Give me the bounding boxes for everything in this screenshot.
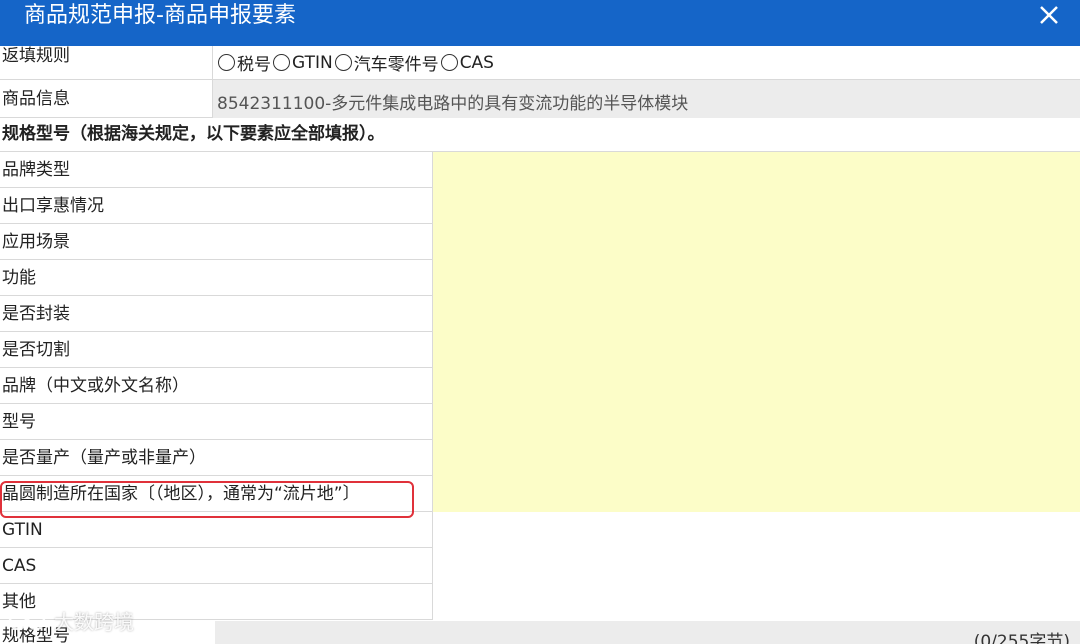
field-input-export-preference[interactable] — [432, 188, 1080, 224]
radio-circle-icon[interactable] — [440, 54, 458, 71]
field-row-brand-type: 品牌类型 — [0, 152, 1080, 188]
spec-section-heading: 规格型号（根据海关规定，以下要素应全部填报）。 — [0, 120, 1080, 152]
field-label: 出口享惠情况 — [2, 196, 104, 216]
field-input-brand-name[interactable] — [432, 368, 1080, 404]
spec-model-row: 规格型号 (0/255字节) — [0, 621, 1080, 644]
field-row-mass-production: 是否量产（量产或非量产） — [0, 440, 1080, 476]
field-input-model[interactable] — [432, 404, 1080, 440]
field-row-brand-name: 品牌（中文或外文名称） — [0, 368, 1080, 404]
product-info-value: 8542311100-多元件集成电路中的具有变流功能的半导体模块 — [217, 94, 689, 114]
field-row-cas: CAS — [0, 548, 1080, 584]
field-label: 是否切割 — [2, 340, 70, 360]
radio-circle-icon[interactable] — [334, 54, 352, 71]
field-label: 品牌类型 — [2, 160, 70, 180]
field-row-gtin: GTIN — [0, 512, 1080, 548]
return-rule-label: 返填规则 — [2, 46, 70, 66]
field-row-wafer-country: 晶圆制造所在国家〔（地区），通常为“流片地”〕 — [0, 476, 1080, 512]
field-input-wafer-country[interactable] — [432, 476, 1080, 512]
field-label: 品牌（中文或外文名称） — [2, 376, 189, 396]
radio-label: CAS — [459, 52, 494, 73]
spec-model-label: 规格型号 — [2, 626, 70, 644]
return-rule-radio-group: 税号 GTIN 汽车零件号 CAS — [218, 50, 496, 75]
radio-label: 税号 — [237, 55, 271, 75]
product-info-row: 商品信息 8542311100-多元件集成电路中的具有变流功能的半导体模块 — [0, 80, 1080, 118]
field-row-function: 功能 — [0, 260, 1080, 296]
field-row-application-scenario: 应用场景 — [0, 224, 1080, 260]
field-label: 功能 — [2, 268, 36, 288]
radio-gtin[interactable]: GTIN — [273, 53, 333, 73]
field-input-brand-type[interactable] — [432, 152, 1080, 188]
radio-circle-icon[interactable] — [273, 54, 290, 71]
field-input-cut[interactable] — [432, 332, 1080, 368]
field-label: CAS — [2, 556, 37, 576]
product-info-value-box: 8542311100-多元件集成电路中的具有变流功能的半导体模块 — [212, 80, 1080, 118]
field-input-other[interactable] — [432, 584, 1080, 620]
field-row-cut: 是否切割 — [0, 332, 1080, 368]
radio-circle-icon[interactable] — [218, 54, 235, 71]
field-input-gtin[interactable] — [432, 512, 1080, 548]
field-label: 是否量产（量产或非量产） — [2, 448, 206, 468]
spec-model-value-box[interactable]: (0/255字节) — [215, 621, 1080, 644]
divider — [212, 46, 213, 80]
field-row-packaged: 是否封装 — [0, 296, 1080, 332]
field-label: 是否封装 — [2, 304, 70, 324]
product-info-label: 商品信息 — [2, 89, 70, 109]
radio-auto-part-number[interactable]: 汽车零件号 — [334, 50, 439, 75]
radio-label: GTIN — [292, 52, 333, 73]
radio-cas[interactable]: CAS — [440, 52, 494, 73]
field-input-application-scenario[interactable] — [432, 224, 1080, 260]
field-label: 应用场景 — [2, 232, 70, 252]
return-rule-row: 返填规则 税号 GTIN 汽车零件号 CAS — [0, 46, 1080, 80]
field-input-packaged[interactable] — [432, 296, 1080, 332]
field-row-other: 其他 — [0, 584, 1080, 620]
byte-counter: (0/255字节) — [973, 632, 1070, 644]
field-label: 型号 — [2, 412, 36, 432]
field-label: 晶圆制造所在国家〔（地区），通常为“流片地”〕 — [2, 484, 360, 504]
field-input-mass-production[interactable] — [432, 440, 1080, 476]
field-label: 其他 — [2, 592, 36, 612]
dialog-titlebar: 商品规范申报-商品申报要素 — [0, 0, 1080, 46]
field-input-function[interactable] — [432, 260, 1080, 296]
field-label: GTIN — [2, 520, 43, 540]
radio-label: 汽车零件号 — [353, 55, 439, 75]
field-row-export-preference: 出口享惠情况 — [0, 188, 1080, 224]
dialog-title: 商品规范申报-商品申报要素 — [24, 3, 296, 28]
field-row-model: 型号 — [0, 404, 1080, 440]
close-icon[interactable] — [1036, 2, 1062, 28]
radio-tax-number[interactable]: 税号 — [218, 50, 271, 75]
field-input-cas[interactable] — [432, 548, 1080, 584]
